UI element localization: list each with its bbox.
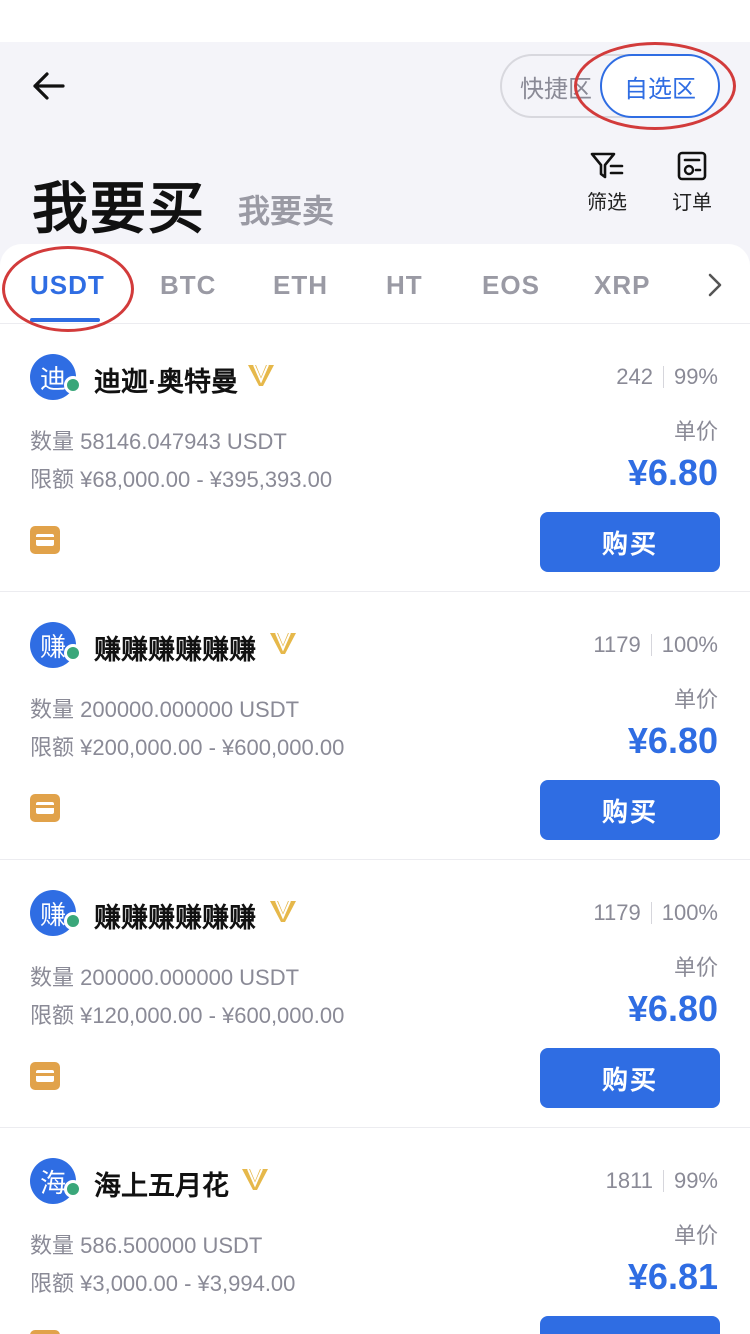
online-status-dot <box>64 644 82 662</box>
bank-card-icon <box>30 794 60 822</box>
chevron-right-icon[interactable] <box>700 270 730 300</box>
back-arrow-icon <box>33 72 65 100</box>
stats-divider <box>662 1170 664 1192</box>
active-tab-indicator <box>30 318 100 322</box>
completion-rate: 100% <box>661 632 718 657</box>
listing-card: 赚 赚赚赚赚赚赚 1179 100% 数量 200000.000000 USDT… <box>0 860 750 1128</box>
order-count: 1179 <box>593 632 641 657</box>
listing-card: 赚 赚赚赚赚赚赚 1179 100% 数量 200000.000000 USDT… <box>0 592 750 860</box>
market-panel: USDT BTC ETH HT EOS XRP 迪 迪迦·奥特曼 242 99%… <box>0 244 750 1334</box>
limit-range: 限额 ¥68,000.00 - ¥395,393.00 <box>30 467 333 492</box>
unit-price: ¥6.80 <box>627 720 718 761</box>
listing-card: 海 海上五月花 1811 99% 数量 586.500000 USDT 限额 ¥… <box>0 1128 750 1334</box>
merchant-name[interactable]: 迪迦·奥特曼 <box>94 360 238 399</box>
zone-switch: 快捷区 自选区 <box>500 54 736 118</box>
quantity: 数量 58146.047943 USDT <box>30 429 287 454</box>
stats-divider <box>650 634 652 656</box>
listing-card: 迪 迪迦·奥特曼 242 99% 数量 58146.047943 USDT 限额… <box>0 324 750 592</box>
bank-card-icon <box>30 526 60 554</box>
filter-icon <box>590 152 624 179</box>
limit-range: 限额 ¥200,000.00 - ¥600,000.00 <box>30 735 345 760</box>
completion-rate: 99% <box>673 364 718 389</box>
order-count: 242 <box>616 364 653 389</box>
filter-button[interactable]: 筛选 <box>577 150 637 215</box>
unit-price: ¥6.81 <box>627 1256 718 1297</box>
merchant-stats: 1811 99% <box>606 1168 718 1194</box>
completion-rate: 99% <box>673 1168 718 1193</box>
stats-divider <box>662 366 664 388</box>
merchant-stats: 1179 100% <box>593 632 718 658</box>
back-button[interactable] <box>26 64 70 108</box>
buy-button[interactable]: 购买 <box>540 1316 720 1334</box>
buy-button[interactable]: 购买 <box>540 780 720 840</box>
buy-button[interactable]: 购买 <box>540 1048 720 1108</box>
merchant-name[interactable]: 赚赚赚赚赚赚 <box>94 628 256 667</box>
bank-card-icon <box>30 1062 60 1090</box>
status-bar <box>0 0 750 42</box>
online-status-dot <box>64 912 82 930</box>
merchant-name[interactable]: 赚赚赚赚赚赚 <box>94 896 256 935</box>
orders-button[interactable]: 订单 <box>662 150 722 215</box>
online-status-dot <box>64 376 82 394</box>
limit-range: 限额 ¥3,000.00 - ¥3,994.00 <box>30 1271 296 1296</box>
tab-eth[interactable]: ETH <box>273 270 328 301</box>
unit-price: ¥6.80 <box>627 452 718 493</box>
orders-icon <box>677 151 707 181</box>
unit-price: ¥6.80 <box>627 988 718 1029</box>
merchant-stats: 1179 100% <box>593 900 718 926</box>
tab-eos[interactable]: EOS <box>482 270 540 301</box>
orders-label: 订单 <box>672 192 712 214</box>
online-status-dot <box>64 1180 82 1198</box>
stats-divider <box>650 902 652 924</box>
limit-range: 限额 ¥120,000.00 - ¥600,000.00 <box>30 1003 345 1028</box>
tab-xrp[interactable]: XRP <box>594 270 650 301</box>
buy-button[interactable]: 购买 <box>540 512 720 572</box>
tab-usdt[interactable]: USDT <box>30 270 105 301</box>
tab-ht[interactable]: HT <box>386 270 423 301</box>
verified-badge-icon <box>270 632 296 654</box>
filter-label: 筛选 <box>587 192 627 214</box>
price-label: 单价 <box>673 419 718 444</box>
completion-rate: 100% <box>661 900 718 925</box>
header: 快捷区 自选区 我要买 我要卖 筛选 订单 <box>0 42 750 252</box>
verified-badge-icon <box>242 1168 268 1190</box>
merchant-stats: 242 99% <box>616 364 718 390</box>
verified-badge-icon <box>270 900 296 922</box>
custom-zone-tab[interactable]: 自选区 <box>600 54 720 118</box>
order-count: 1811 <box>605 1168 653 1193</box>
price-label: 单价 <box>673 955 718 980</box>
sell-tab[interactable]: 我要卖 <box>238 186 334 232</box>
merchant-name[interactable]: 海上五月花 <box>94 1164 229 1203</box>
bank-card-icon <box>30 1330 60 1334</box>
quantity: 数量 586.500000 USDT <box>30 1233 263 1258</box>
buy-title[interactable]: 我要买 <box>32 164 206 245</box>
quantity: 数量 200000.000000 USDT <box>30 697 300 722</box>
tab-btc[interactable]: BTC <box>160 270 216 301</box>
price-label: 单价 <box>673 1223 718 1248</box>
coin-tabs: USDT BTC ETH HT EOS XRP <box>0 244 750 324</box>
order-count: 1179 <box>593 900 641 925</box>
price-label: 单价 <box>673 687 718 712</box>
verified-badge-icon <box>248 364 274 386</box>
quantity: 数量 200000.000000 USDT <box>30 965 300 990</box>
